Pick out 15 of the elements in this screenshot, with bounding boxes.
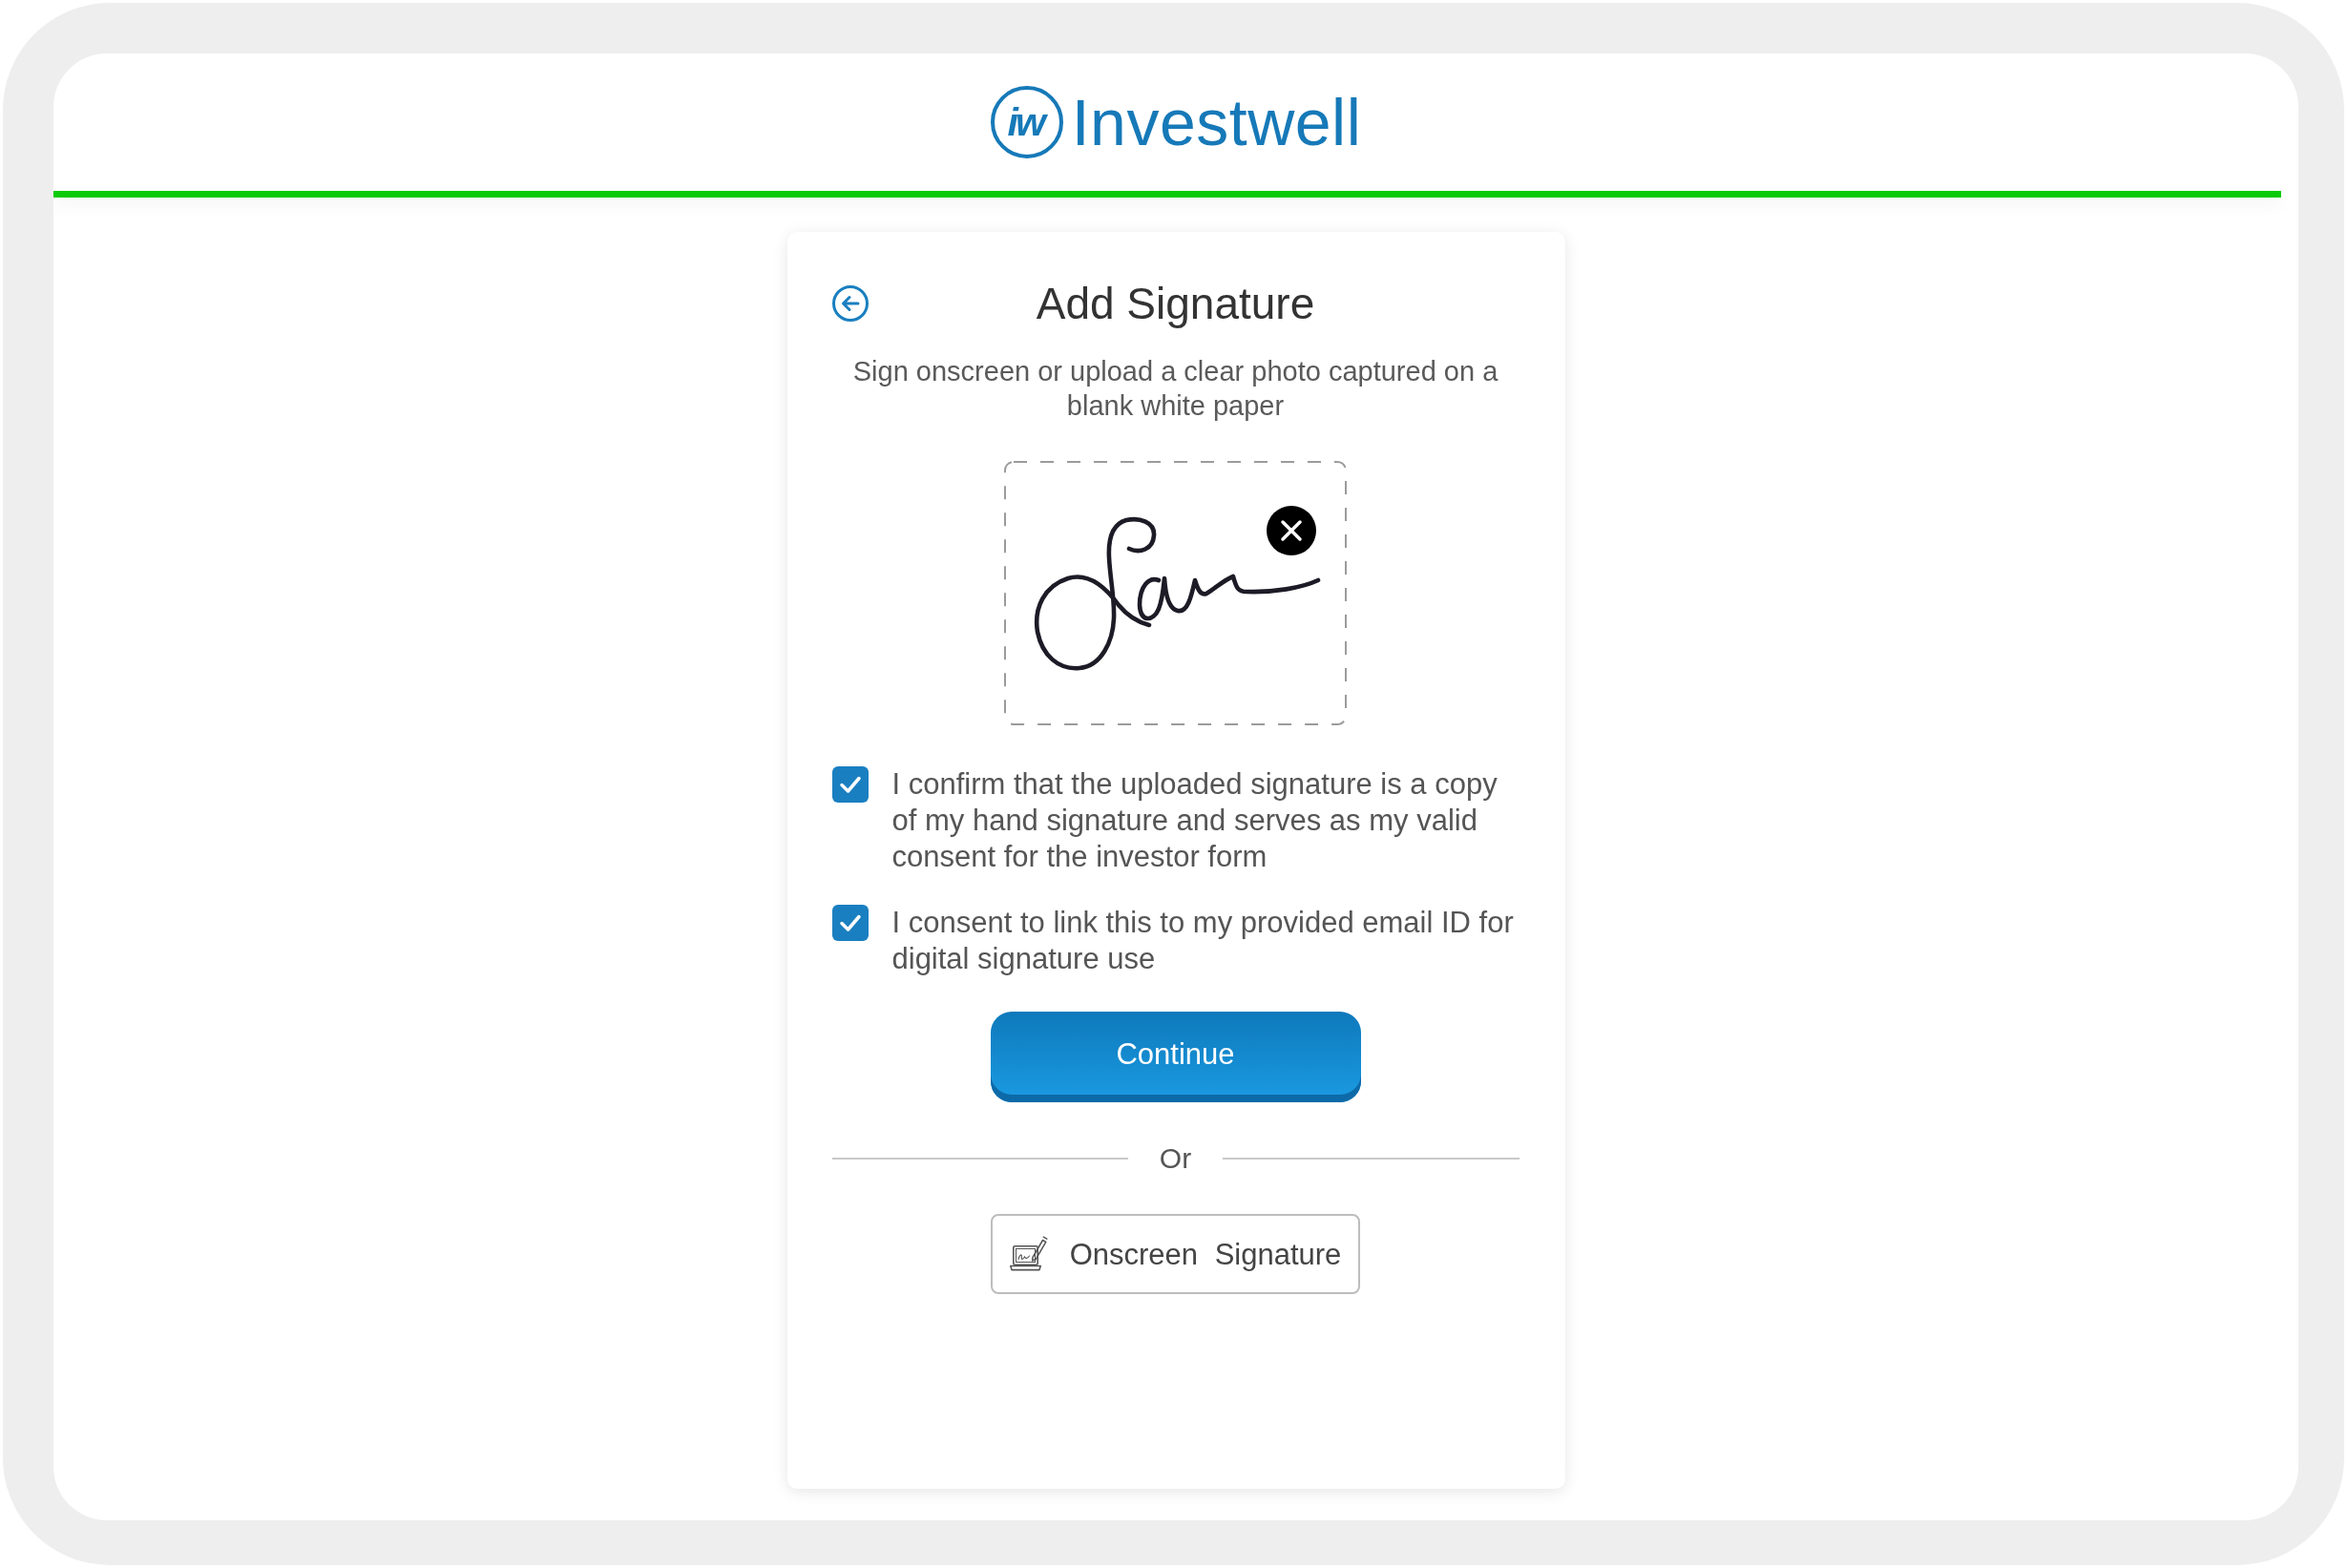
consent-text: I confirm that the uploaded signature is a copy of my hand signature and serves as my valid consent for the investor form [891,766,1498,875]
back-icon[interactable] [831,285,869,322]
checkbox[interactable] [831,766,869,803]
separator-label: Or [1159,1141,1192,1176]
laptop-pen-icon [1009,1236,1048,1272]
checkbox[interactable] [831,905,869,941]
page-title: Add Signature [1035,278,1316,330]
logo-mark: iw [990,86,1063,158]
continue-button[interactable]: Continue [990,1012,1361,1102]
logo-wordmark: Investwell [1071,90,1362,155]
close-icon[interactable] [1267,506,1316,555]
signature-upload-area[interactable] [1004,461,1347,725]
consent-text: I consent to link this to my provided email ID for digital signature use [891,905,1515,977]
onscreen-signature-button[interactable]: Onscreen Signature [991,1214,1360,1294]
instruction-text: Sign onscreen or upload a clear photo captured on a blank white paper [851,355,1499,423]
